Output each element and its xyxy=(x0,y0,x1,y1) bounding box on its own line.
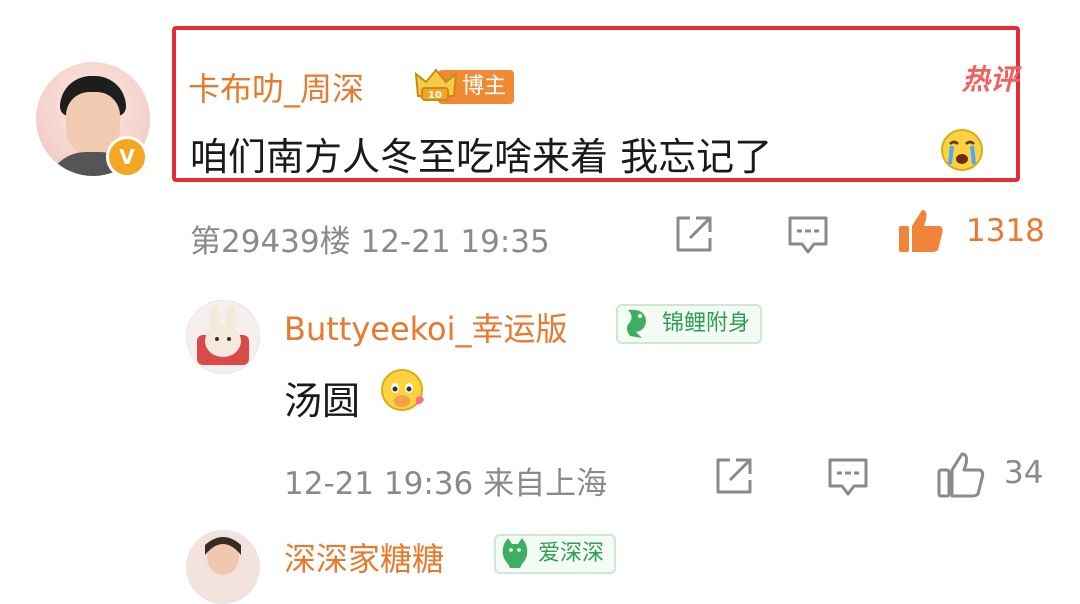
like-count: 1318 xyxy=(966,213,1045,249)
verified-v-icon: V xyxy=(106,136,148,178)
comment-text: 咱们南方人冬至吃啥来着 我忘记了 xyxy=(190,135,773,179)
crown-icon: 10 xyxy=(414,68,458,101)
comment-username[interactable]: Buttyeekoi_幸运版 xyxy=(284,304,568,350)
thumbs-up-icon[interactable] xyxy=(896,206,946,256)
thumbs-up-icon[interactable] xyxy=(936,450,986,500)
cat-icon xyxy=(502,538,528,568)
like-count: 34 xyxy=(1004,455,1044,491)
comment-meta: 第29439楼 12-21 19:35 xyxy=(190,224,550,260)
comment-username[interactable]: 深深家糖糖 xyxy=(284,534,444,580)
koi-fish-icon xyxy=(627,309,646,338)
crying-face-icon xyxy=(941,129,983,171)
comment-text: 汤圆 xyxy=(284,379,361,423)
comment-username[interactable]: 卡布叻_周深 xyxy=(188,64,364,110)
comment-icon[interactable] xyxy=(786,212,830,256)
blushing-face-icon xyxy=(381,369,424,411)
user-avatar[interactable] xyxy=(186,530,260,604)
svg-text:10: 10 xyxy=(428,90,442,101)
user-avatar[interactable] xyxy=(186,300,260,374)
comment-icon[interactable] xyxy=(826,454,870,498)
comment-meta: 12-21 19:36 来自上海 xyxy=(284,466,608,502)
hot-comment-tag: 热评 xyxy=(962,63,1019,96)
share-icon[interactable] xyxy=(672,212,716,256)
share-icon[interactable] xyxy=(712,454,756,498)
